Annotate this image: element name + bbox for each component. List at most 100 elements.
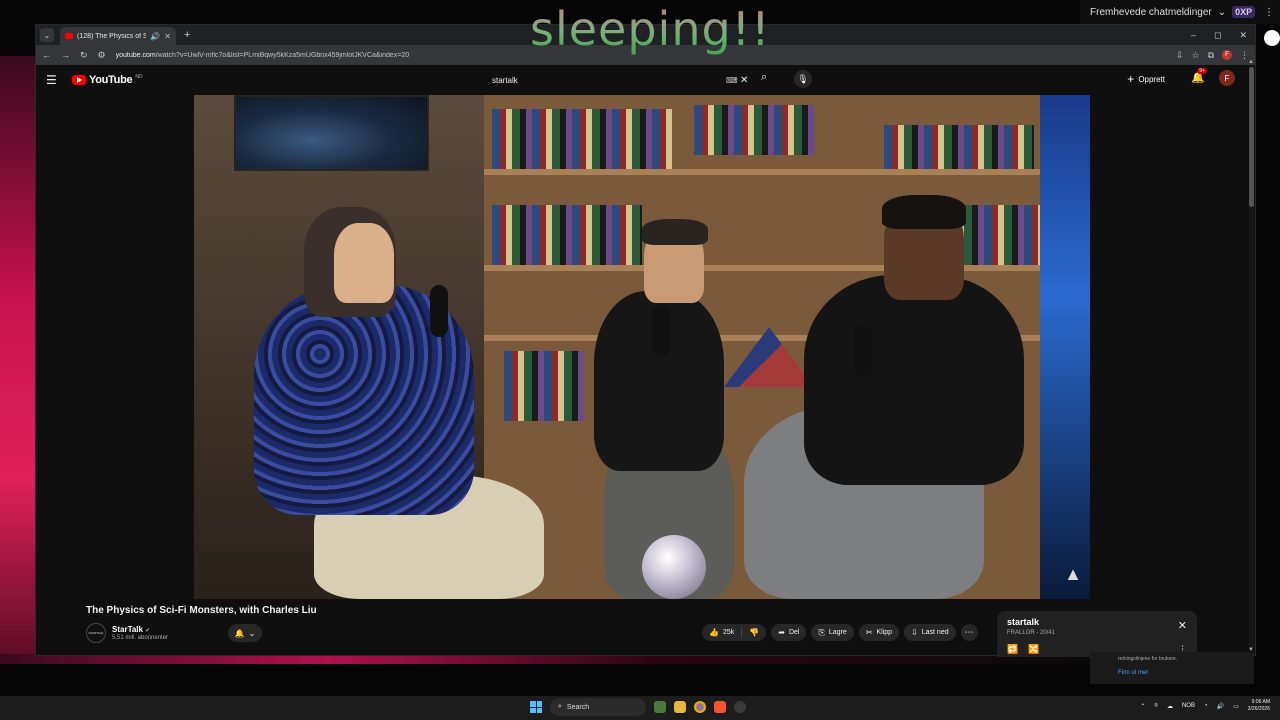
create-button[interactable]: + Opprett xyxy=(1127,72,1165,86)
volume-icon[interactable]: 🔊 xyxy=(1217,703,1224,710)
wifi-icon[interactable]: ◔ xyxy=(1204,703,1208,709)
language-indicator[interactable]: NOB xyxy=(1182,703,1195,709)
search-input[interactable]: startalk ⌨ ✕ xyxy=(486,68,756,92)
reload-icon[interactable]: ↻ xyxy=(80,50,88,61)
video-microphone xyxy=(652,305,670,357)
windows-start-icon[interactable] xyxy=(530,701,542,713)
desktop: sleeping!! Fremhevede chatmeldinger ⌄ 0X… xyxy=(0,0,1280,720)
video-frame-painting xyxy=(234,95,429,171)
profile-avatar[interactable]: F xyxy=(1222,50,1232,60)
clip-label: Klipp xyxy=(876,629,893,636)
app-icon[interactable] xyxy=(734,701,746,713)
forward-icon[interactable]: → xyxy=(61,50,70,60)
chat-highlight-bar[interactable]: Fremhevede chatmeldinger ⌄ 0XP ⋮ xyxy=(1080,0,1280,24)
more-actions-icon[interactable]: ⋯ xyxy=(960,624,978,641)
clock-time: 9:06 AM xyxy=(1251,699,1270,705)
video-player[interactable]: ▲ xyxy=(194,95,1090,599)
site-info-icon[interactable]: ⚙ xyxy=(98,50,106,61)
save-button[interactable]: ⎘ Lagre xyxy=(811,624,854,641)
save-label: Lagre xyxy=(828,629,847,636)
overlay-caption: sleeping!! xyxy=(530,2,771,56)
video-person-middle-hair xyxy=(642,219,708,245)
new-tab-icon[interactable]: + xyxy=(184,29,190,41)
xp-badge: 0XP xyxy=(1232,6,1256,18)
create-label: Opprett xyxy=(1138,74,1165,84)
bookmark-icon: ⎘ xyxy=(818,627,825,637)
clear-search-icon[interactable]: ✕ xyxy=(740,75,748,86)
close-window-button[interactable]: ✕ xyxy=(1239,30,1247,41)
startalk-watermark-icon: ▲ xyxy=(1064,564,1082,584)
playlist-title[interactable]: startalk xyxy=(1007,617,1187,627)
video-person-right-body xyxy=(804,275,1024,485)
chat-avatar xyxy=(1264,30,1280,46)
clock[interactable]: 9:06 AM 3/26/2026 xyxy=(1248,699,1270,713)
notification-text: retningslinjene for brukere. xyxy=(1118,656,1178,662)
channel-row: STARTALK StarTalk ✔ 5,51 mill. abonnente… xyxy=(86,623,263,643)
back-icon[interactable]: ← xyxy=(42,50,51,60)
thumbs-up-icon: 👍 xyxy=(709,628,719,637)
tab-search-icon[interactable]: ⌄ xyxy=(40,28,54,42)
verified-icon: ✔ xyxy=(145,628,151,634)
file-explorer-icon[interactable] xyxy=(674,701,686,713)
share-label: Del xyxy=(788,629,800,636)
chevron-up-icon[interactable]: ⌃ xyxy=(1140,703,1145,710)
subscription-bell-button[interactable]: 🔔 ⌄ xyxy=(228,624,263,642)
video-microphone xyxy=(854,325,872,377)
youtube-logo[interactable]: YouTube NO xyxy=(72,74,143,86)
install-icon[interactable]: ⇩ xyxy=(1176,50,1184,61)
youtube-logo-text: YouTube xyxy=(89,74,133,86)
thumbs-down-icon: 👎 xyxy=(749,628,760,637)
menu-icon[interactable]: ☰ xyxy=(46,73,58,87)
notifications-bell-icon[interactable]: 🔔 9+ xyxy=(1191,68,1207,84)
bookmark-star-icon[interactable]: ☆ xyxy=(1191,50,1199,61)
scrollbar-thumb[interactable] xyxy=(1249,67,1254,207)
browser-tab[interactable]: (128) The Physics of Sci-Fi M 🔊 ✕ xyxy=(60,27,176,45)
scissors-icon: ✂ xyxy=(865,628,873,637)
share-button[interactable]: ➦ Del xyxy=(771,624,807,641)
channel-avatar[interactable]: STARTALK xyxy=(86,623,106,643)
chat-highlight-label[interactable]: Fremhevede chatmeldinger xyxy=(1090,7,1212,18)
battery-icon[interactable]: ▭ xyxy=(1233,703,1239,710)
channel-name[interactable]: StarTalk ✔ xyxy=(112,625,168,634)
dislike-button[interactable]: 👎 xyxy=(742,624,766,641)
close-icon[interactable]: ✕ xyxy=(1178,619,1187,632)
keyboard-icon[interactable]: ⌨ xyxy=(726,76,738,85)
more-icon[interactable]: ⋮ xyxy=(1264,7,1274,18)
page-scrollbar[interactable] xyxy=(1249,67,1254,651)
video-title: The Physics of Sci-Fi Monsters, with Cha… xyxy=(86,605,317,616)
download-label: Last ned xyxy=(921,629,949,636)
shuffle-icon[interactable]: 🔀 xyxy=(1028,644,1039,655)
taskbar-search[interactable]: ⌕ Search xyxy=(550,698,646,716)
brave-icon[interactable] xyxy=(714,701,726,713)
chevron-down-icon: ⌄ xyxy=(248,628,256,638)
clip-button[interactable]: ✂ Klipp xyxy=(858,624,900,641)
loop-icon[interactable]: 🔁 xyxy=(1007,644,1018,655)
minimize-button[interactable]: – xyxy=(1191,30,1196,41)
subscriber-count: 5,51 mill. abonnenter xyxy=(112,635,169,641)
chrome-icon[interactable] xyxy=(694,701,706,713)
scroll-up-icon[interactable]: ▲ xyxy=(1248,59,1254,65)
youtube-play-icon xyxy=(72,75,86,85)
audio-icon[interactable]: 🔊 xyxy=(150,32,160,41)
cloud-icon[interactable]: ☁ xyxy=(1167,703,1173,710)
window-controls: – ◻ ✕ xyxy=(1191,30,1255,41)
notification-link[interactable]: Finn ut mer xyxy=(1118,670,1226,676)
clock-date: 3/26/2026 xyxy=(1247,706,1270,712)
download-button[interactable]: ⇩ Last ned xyxy=(904,624,956,641)
network-icon[interactable]: ⌾ xyxy=(1154,703,1158,710)
country-code: NO xyxy=(135,74,143,80)
tab-title: (128) The Physics of Sci-Fi M xyxy=(77,32,147,40)
maximize-button[interactable]: ◻ xyxy=(1214,30,1221,41)
account-avatar[interactable]: F xyxy=(1219,70,1235,86)
like-button[interactable]: 👍 25k xyxy=(702,624,741,641)
extensions-icon[interactable]: ⧉ xyxy=(1208,50,1214,61)
youtube-header: ☰ YouTube NO startalk ⌨ ✕ ⌕ 🎙 + Opprett … xyxy=(36,65,1255,95)
close-tab-icon[interactable]: ✕ xyxy=(164,32,171,41)
search-icon[interactable]: ⌕ xyxy=(761,71,767,84)
share-icon: ➦ xyxy=(778,628,785,637)
notification-badge: 9+ xyxy=(1197,68,1207,74)
video-person-left-face xyxy=(334,223,394,303)
background-notification: retningslinjene for brukere. Finn ut mer xyxy=(1090,652,1254,684)
microphone-icon[interactable]: 🎙 xyxy=(794,70,812,88)
widgets-icon[interactable] xyxy=(654,701,666,713)
